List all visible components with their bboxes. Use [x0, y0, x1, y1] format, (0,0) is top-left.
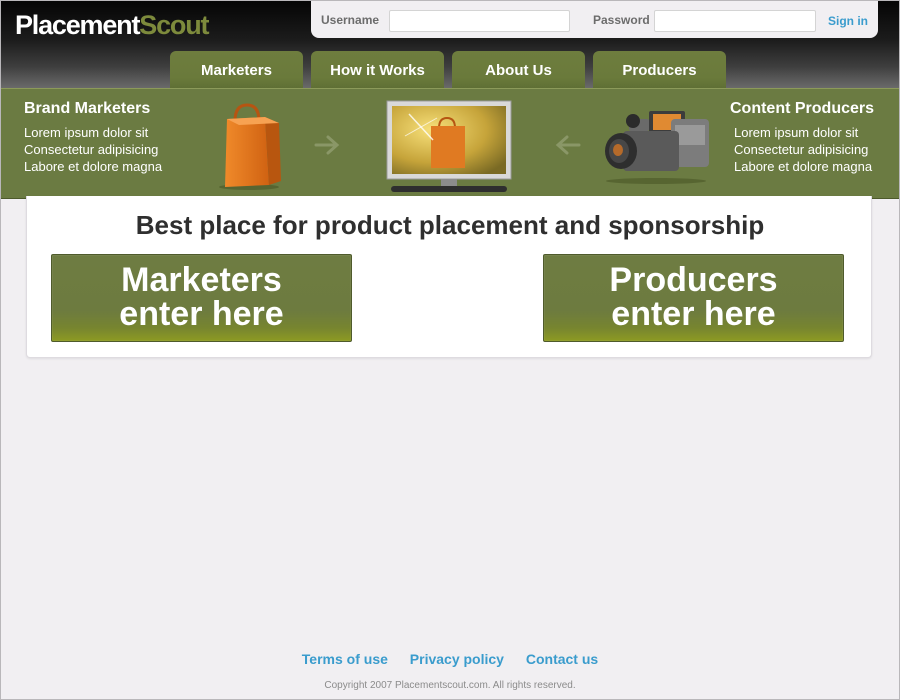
terms-of-use-link[interactable]: Terms of use: [302, 651, 388, 667]
site-header: PlacementScout Username Password Sign in…: [1, 1, 899, 89]
marketers-enter-line1: Marketers: [121, 261, 282, 299]
logo-text-placement: Placement: [15, 10, 140, 40]
password-label: Password: [593, 13, 650, 27]
tab-producers[interactable]: Producers: [593, 51, 726, 89]
producers-enter-button[interactable]: Producers enter here: [543, 254, 844, 342]
video-camera-icon: [605, 111, 709, 184]
footer-links: Terms of use Privacy policy Contact us: [1, 651, 899, 667]
username-input[interactable]: [389, 10, 570, 32]
password-input[interactable]: [654, 10, 816, 32]
tab-marketers[interactable]: Marketers: [170, 51, 303, 89]
marketers-enter-button[interactable]: Marketers enter here: [51, 254, 352, 342]
hero-left-line: Consectetur adipisicing: [24, 142, 159, 157]
site-logo[interactable]: PlacementScout: [15, 10, 209, 41]
tv-monitor-icon: [386, 100, 512, 192]
page-headline: Best place for product placement and spo…: [135, 210, 765, 240]
arrow-right-icon: [314, 135, 340, 155]
hero-left-line: Lorem ipsum dolor sit: [24, 125, 149, 140]
privacy-policy-link[interactable]: Privacy policy: [410, 651, 504, 667]
producers-enter-line2: enter here: [611, 295, 776, 333]
hero-right-title: Content Producers: [730, 100, 875, 117]
tab-how-it-works[interactable]: How it Works: [311, 51, 444, 89]
contact-us-link[interactable]: Contact us: [526, 651, 598, 667]
hero-left-title: Brand Marketers: [24, 100, 151, 117]
marketers-enter-line2: enter here: [119, 295, 284, 333]
main-content-card: Best place for product placement and spo…: [26, 196, 872, 358]
hero-right-line: Lorem ipsum dolor sit: [734, 125, 859, 140]
logo-text-scout: Scout: [139, 10, 209, 40]
copyright-text: Copyright 2007 Placementscout.com. All r…: [324, 680, 576, 691]
producers-enter-line1: Producers: [609, 261, 778, 299]
hero-right-line: Consectetur adipisicing: [734, 142, 869, 157]
shopping-bag-icon: [219, 103, 281, 190]
login-panel: Username Password Sign in: [311, 1, 878, 38]
username-label: Username: [321, 13, 380, 27]
tab-about-us[interactable]: About Us: [452, 51, 585, 89]
hero-left-line: Labore et dolore magna: [24, 159, 163, 174]
sign-in-link[interactable]: Sign in: [828, 14, 868, 28]
hero-right-line: Labore et dolore magna: [734, 159, 873, 174]
hero-banner: Brand Marketers Lorem ipsum dolor sit Co…: [1, 88, 899, 199]
arrow-left-icon: [555, 135, 581, 155]
